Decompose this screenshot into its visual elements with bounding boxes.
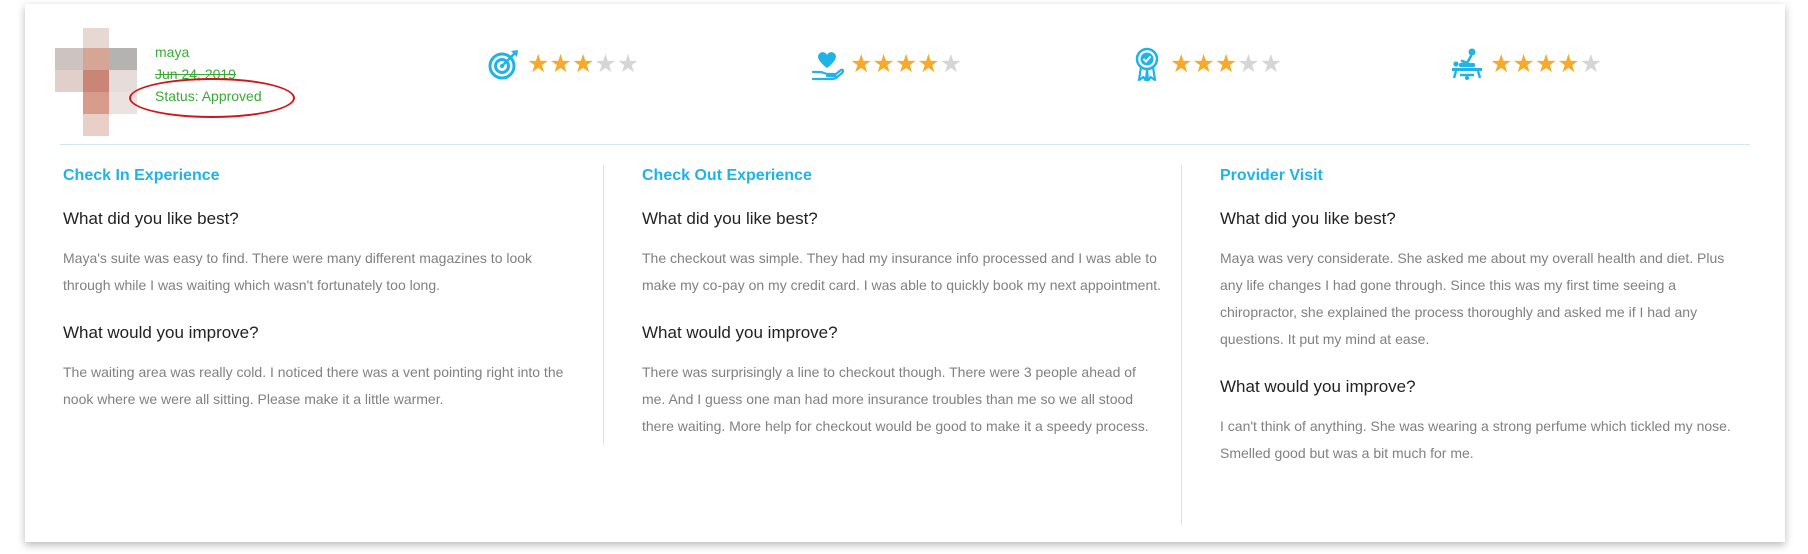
column-separator bbox=[603, 165, 604, 445]
star-filled-icon: ★ bbox=[1557, 49, 1580, 78]
rating-treatment: ★ ★ ★ ★ ★ bbox=[1450, 44, 1602, 84]
star-filled-icon: ★ bbox=[527, 49, 550, 78]
section-provider-visit: Provider Visit What did you like best? M… bbox=[1220, 167, 1740, 467]
question-like-best: What did you like best? bbox=[63, 209, 239, 228]
header-divider bbox=[60, 144, 1750, 145]
star-filled-icon: ★ bbox=[1214, 49, 1238, 78]
answer-like-best: Maya was very considerate. She asked me … bbox=[1220, 250, 1725, 347]
massage-table-icon bbox=[1452, 48, 1482, 80]
question-improve: What would you improve? bbox=[1220, 377, 1416, 396]
answer-improve: I can't think of anything. She was weari… bbox=[1220, 418, 1731, 461]
reviewer-name: maya bbox=[155, 44, 190, 60]
star-filled-icon: ★ bbox=[917, 49, 940, 78]
section-title: Check Out Experience bbox=[642, 167, 812, 184]
star-filled-icon: ★ bbox=[850, 49, 873, 78]
star-filled-icon: ★ bbox=[1490, 49, 1513, 78]
question-like-best: What did you like best? bbox=[642, 209, 818, 228]
star-filled-icon: ★ bbox=[1512, 49, 1535, 78]
stars: ★ ★ ★ ★ ★ bbox=[1170, 49, 1283, 78]
column-separator bbox=[1181, 165, 1182, 525]
rating-award: ★ ★ ★ ★ ★ bbox=[1130, 44, 1282, 84]
star-empty-icon: ★ bbox=[1237, 49, 1260, 78]
question-improve: What would you improve? bbox=[63, 323, 259, 342]
star-filled-icon: ★ bbox=[1170, 49, 1193, 78]
annotation-circle bbox=[129, 78, 295, 118]
star-filled-icon: ★ bbox=[894, 49, 918, 78]
question-like-best: What did you like best? bbox=[1220, 209, 1396, 228]
answer-improve: The waiting area was really cold. I noti… bbox=[63, 364, 564, 407]
star-filled-icon: ★ bbox=[872, 49, 895, 78]
question-improve: What would you improve? bbox=[642, 323, 838, 342]
answer-like-best: The checkout was simple. They had my ins… bbox=[642, 250, 1162, 293]
avatar bbox=[55, 28, 137, 136]
section-title: Check In Experience bbox=[63, 167, 220, 184]
review-card: maya Jun 24, 2019 Status: Approved ★ ★ ★ ★ ★… bbox=[25, 4, 1785, 542]
stars: ★ ★ ★ ★ ★ bbox=[1490, 49, 1603, 78]
section-title: Provider Visit bbox=[1220, 167, 1323, 184]
star-filled-icon: ★ bbox=[1192, 49, 1215, 78]
star-empty-icon: ★ bbox=[1259, 49, 1283, 78]
star-filled-icon: ★ bbox=[549, 49, 572, 78]
stars: ★ ★ ★ ★ ★ bbox=[527, 49, 640, 78]
star-empty-icon: ★ bbox=[616, 49, 640, 78]
heart-hand-icon bbox=[811, 52, 844, 81]
target-icon bbox=[488, 50, 518, 80]
rating-care: ★ ★ ★ ★ ★ bbox=[810, 44, 962, 84]
answer-like-best: Maya's suite was easy to find. There wer… bbox=[63, 250, 533, 293]
section-check-in: Check In Experience What did you like be… bbox=[63, 167, 583, 413]
stars: ★ ★ ★ ★ ★ bbox=[850, 49, 963, 78]
star-empty-icon: ★ bbox=[594, 49, 617, 78]
rating-target: ★ ★ ★ ★ ★ bbox=[487, 44, 639, 84]
answer-improve: There was surprisingly a line to checkou… bbox=[642, 364, 1149, 434]
section-check-out: Check Out Experience What did you like b… bbox=[642, 167, 1162, 440]
star-filled-icon: ★ bbox=[1534, 49, 1558, 78]
award-ribbon-icon bbox=[1135, 47, 1159, 81]
star-empty-icon: ★ bbox=[1579, 49, 1603, 78]
star-filled-icon: ★ bbox=[571, 49, 595, 78]
star-empty-icon: ★ bbox=[939, 49, 963, 78]
